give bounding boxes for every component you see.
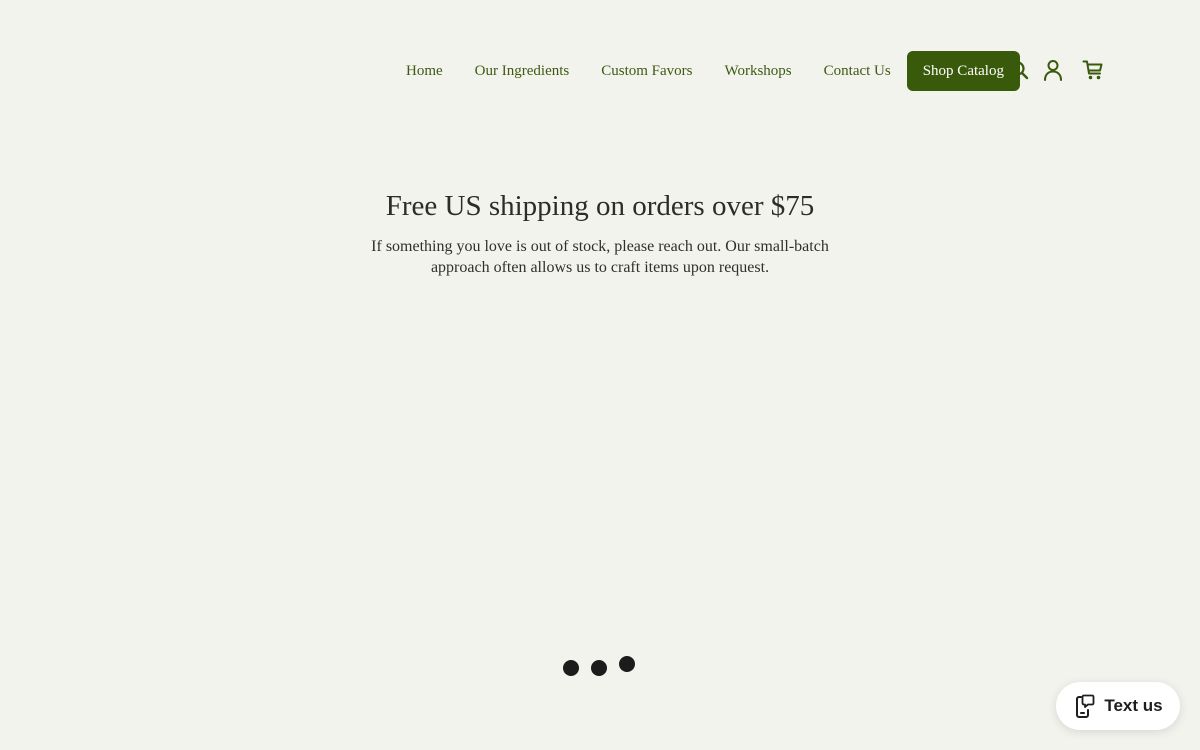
- loading-dot: [619, 656, 635, 672]
- text-us-label: Text us: [1104, 696, 1163, 715]
- loading-dot: [563, 660, 579, 676]
- shipping-banner: Free US shipping on orders over $75 If s…: [0, 186, 1200, 278]
- phone-chat-icon: [1073, 693, 1095, 719]
- site-header: Home Our Ingredients Custom Favors Works…: [0, 0, 1200, 140]
- nav-link-home[interactable]: Home: [390, 51, 459, 91]
- main-nav: Home Our Ingredients Custom Favors Works…: [390, 51, 1020, 91]
- nav-link-workshops[interactable]: Workshops: [709, 51, 808, 91]
- nav-link-our-ingredients[interactable]: Our Ingredients: [459, 51, 586, 91]
- banner-title: Free US shipping on orders over $75: [385, 190, 815, 222]
- cart-icon[interactable]: [1080, 57, 1106, 83]
- nav-link-contact-us[interactable]: Contact Us: [808, 51, 907, 91]
- shop-catalog-button[interactable]: Shop Catalog: [906, 51, 1020, 91]
- search-icon[interactable]: [1006, 57, 1032, 83]
- banner-text: If something you love is out of stock, p…: [371, 238, 829, 276]
- account-icon[interactable]: [1040, 57, 1066, 83]
- loading-indicator: [563, 655, 643, 679]
- loading-dot: [591, 660, 607, 676]
- nav-link-custom-favors[interactable]: Custom Favors: [585, 51, 708, 91]
- text-us-button[interactable]: Text us: [1056, 682, 1180, 730]
